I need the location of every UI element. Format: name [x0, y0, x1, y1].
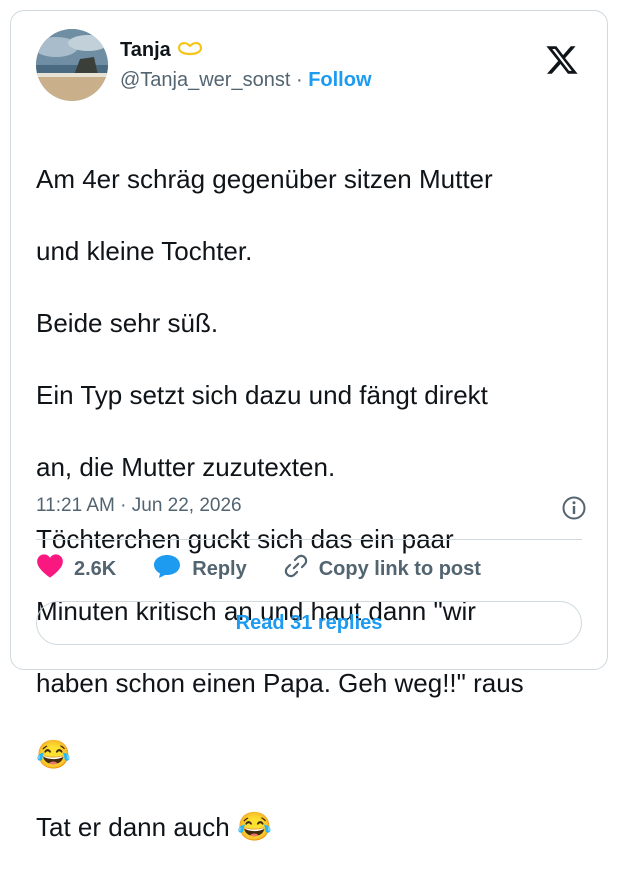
divider — [36, 539, 582, 540]
like-button[interactable]: 2.6K — [36, 553, 116, 585]
tweet-card: Tanja @Tanja_wer_sonst · Follow Am 4er s… — [10, 10, 608, 842]
handle-row: @Tanja_wer_sonst · Follow — [120, 69, 372, 92]
like-count: 2.6K — [74, 557, 117, 580]
author-name[interactable]: Tanja — [120, 39, 171, 62]
action-bar: 2.6K Reply Copy link to post — [36, 551, 582, 587]
laughing-emoji: 😂 — [36, 739, 71, 770]
read-replies-label: Read 31 replies — [235, 611, 383, 634]
text-line: haben schon einen Papa. Geh weg!!" raus — [36, 668, 524, 698]
reply-bubble-icon — [152, 553, 182, 585]
text-line: Ein Typ setzt sich dazu und fängt direkt — [36, 380, 488, 410]
link-icon — [283, 553, 309, 585]
info-icon[interactable] — [561, 495, 587, 521]
author-handle[interactable]: @Tanja_wer_sonst — [120, 69, 290, 91]
copy-link-label: Copy link to post — [318, 557, 481, 580]
text-line: an, die Mutter zuzutexten. — [36, 452, 336, 482]
avatar[interactable] — [36, 29, 108, 101]
reply-button[interactable]: Reply — [152, 553, 247, 585]
text-line: Beide sehr süß. — [36, 308, 219, 338]
timestamp[interactable]: 11:21 AM · Jun 22, 2026 — [36, 495, 242, 516]
text-line-last: Tat er dann auch 😂 — [36, 809, 596, 845]
text-line: Am 4er schräg gegenüber sitzen Mutter — [36, 164, 493, 194]
x-logo-icon[interactable] — [545, 43, 579, 77]
separator-dot: · — [295, 69, 303, 91]
laughing-emoji: 😂 — [236, 811, 272, 842]
follow-button[interactable]: Follow — [308, 69, 371, 91]
heart-emoji-icon — [177, 39, 203, 62]
author-name-row: Tanja — [120, 39, 203, 62]
copy-link-button[interactable]: Copy link to post — [283, 553, 481, 585]
last-line-text: Tat er dann auch — [36, 812, 230, 842]
heart-icon — [36, 553, 64, 585]
reply-label: Reply — [192, 557, 247, 580]
text-line: und kleine Tochter. — [36, 236, 253, 266]
read-replies-button[interactable]: Read 31 replies — [36, 601, 582, 645]
tweet-meta: 11:21 AM · Jun 22, 2026 — [36, 495, 587, 523]
tweet-header: Tanja @Tanja_wer_sonst · Follow — [36, 29, 587, 105]
